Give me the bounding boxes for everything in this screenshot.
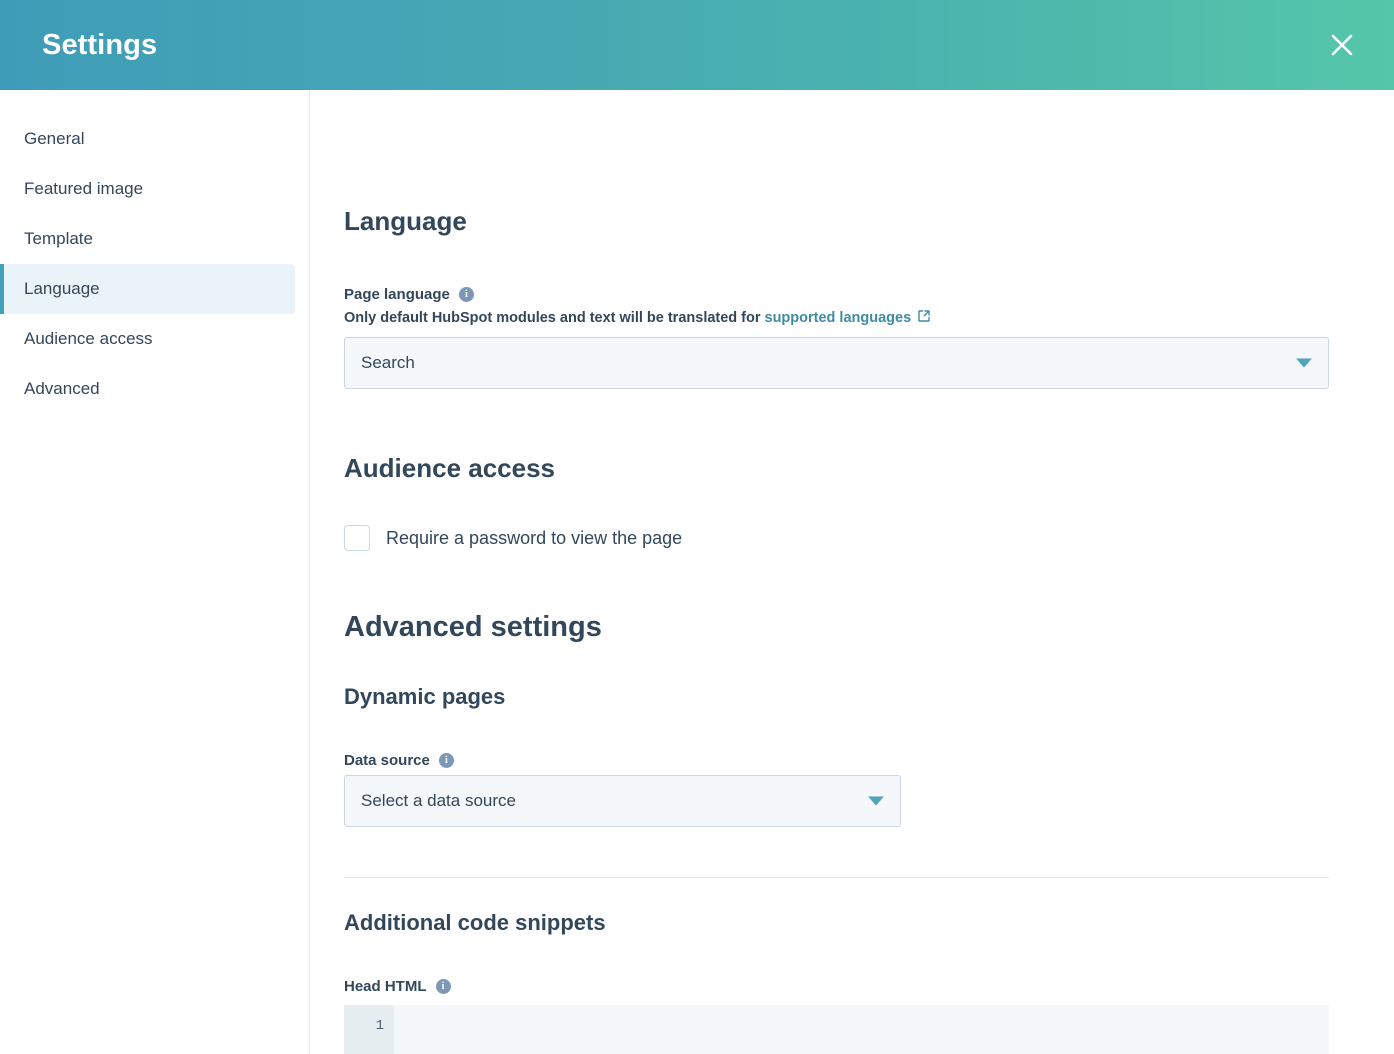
page-language-label: Page language i: [344, 286, 1330, 303]
data-source-select[interactable]: Select a data source: [344, 775, 901, 827]
audience-access-heading: Audience access: [344, 453, 556, 483]
code-snippets-heading: Additional code snippets: [344, 910, 606, 935]
dynamic-pages-heading: Dynamic pages: [344, 684, 506, 709]
page-language-select[interactable]: Search: [344, 337, 1329, 389]
close-button[interactable]: [1320, 23, 1364, 67]
head-html-editor[interactable]: 1: [344, 1005, 1329, 1054]
sidebar-item-template[interactable]: Template: [0, 214, 295, 264]
page-title: Settings: [42, 28, 158, 61]
require-password-label: Require a password to view the page: [386, 527, 683, 548]
close-icon: [1329, 32, 1355, 58]
code-line-numbers: 1: [344, 1005, 394, 1054]
sidebar-item-label: Featured image: [24, 179, 144, 198]
sidebar-item-label: Advanced: [24, 379, 100, 398]
language-section-heading: Language: [344, 206, 467, 236]
advanced-settings-heading: Advanced settings: [344, 611, 602, 643]
sidebar-item-featured-image[interactable]: Featured image: [0, 164, 295, 214]
chevron-down-icon: [1296, 358, 1312, 368]
data-source-select-value: Select a data source: [361, 791, 516, 810]
modal-header: Settings: [0, 0, 1394, 90]
page-language-label-text: Page language: [344, 286, 450, 303]
sidebar-item-label: General: [24, 129, 85, 148]
sidebar-item-label: Template: [24, 229, 93, 248]
sidebar-item-audience-access[interactable]: Audience access: [0, 314, 295, 364]
chevron-down-icon: [868, 796, 884, 806]
sidebar-item-language[interactable]: Language: [0, 264, 295, 314]
require-password-row[interactable]: Require a password to view the page: [344, 525, 1330, 551]
info-icon[interactable]: i: [458, 287, 474, 302]
info-icon[interactable]: i: [435, 979, 451, 994]
settings-content: Language Page language i Only default Hu…: [310, 90, 1394, 1054]
settings-sidebar: General Featured image Template Language…: [0, 90, 310, 1054]
sidebar-item-label: Language: [24, 279, 100, 298]
sidebar-item-general[interactable]: General: [0, 114, 295, 164]
info-icon[interactable]: i: [438, 753, 454, 768]
supported-languages-link[interactable]: supported languages: [765, 310, 912, 326]
code-input-area[interactable]: [394, 1005, 1329, 1054]
page-language-helper: Only default HubSpot modules and text wi…: [344, 309, 1330, 327]
page-language-select-value: Search: [361, 353, 415, 372]
head-html-label-text: Head HTML: [344, 978, 427, 995]
external-link-icon: [917, 309, 931, 327]
data-source-label-text: Data source: [344, 752, 430, 769]
sidebar-item-advanced[interactable]: Advanced: [0, 364, 295, 414]
head-html-label: Head HTML i: [344, 978, 1330, 995]
modal-body: General Featured image Template Language…: [0, 90, 1394, 1054]
require-password-checkbox[interactable]: [344, 525, 370, 551]
data-source-label: Data source i: [344, 752, 1330, 769]
page-language-helper-text: Only default HubSpot modules and text wi…: [344, 310, 761, 326]
sidebar-item-label: Audience access: [24, 329, 153, 348]
